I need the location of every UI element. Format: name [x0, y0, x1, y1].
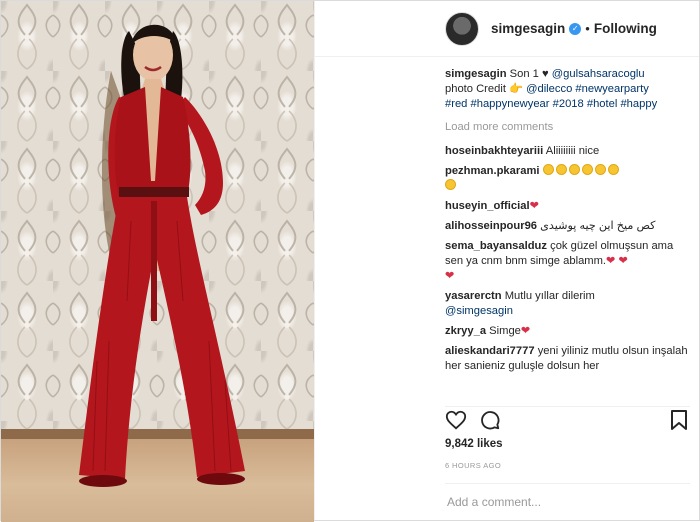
comment-username[interactable]: zkryy_a: [445, 325, 486, 337]
mention-link[interactable]: @simgesagin: [445, 305, 513, 317]
verified-icon: ✓: [569, 22, 582, 35]
comment-username[interactable]: pezhman.pkarami: [445, 165, 540, 177]
comments-list: simgesagin Son 1 ♥ @gulsahsaracoglu phot…: [445, 67, 690, 379]
caption-username[interactable]: simgesagin: [445, 68, 507, 80]
laughing-face-icon: [568, 164, 580, 175]
load-more-comments-button[interactable]: Load more comments: [445, 120, 690, 135]
caption-text: Son 1: [509, 68, 539, 80]
hashtag-link[interactable]: #happynewyear: [471, 98, 550, 110]
post-timestamp: 6 HOURS AGO: [445, 461, 502, 470]
post-details-panel: simgesagin ✓ • Following simgesagin Son …: [314, 1, 699, 520]
hashtag-link[interactable]: #happy: [620, 98, 657, 110]
heart-icon: ♥: [542, 68, 549, 80]
comment-item: yasarerctn Mutlu yıllar dilerim @simgesa…: [445, 289, 690, 319]
comment-item: huseyin_official❤: [445, 199, 690, 214]
heart-icon[interactable]: [445, 409, 467, 436]
instagram-post-modal: simgesagin ✓ • Following simgesagin Son …: [0, 0, 700, 522]
mention-link[interactable]: @dilecco: [526, 83, 572, 95]
comment-item: pezhman.pkarami: [445, 164, 690, 194]
avatar[interactable]: [445, 11, 479, 46]
comment-item: hoseinbakhteyariii Aliiiiiiii nice: [445, 144, 690, 159]
hashtag-link[interactable]: #newyearparty: [575, 83, 648, 95]
caption-text-2: photo Credit: [445, 83, 506, 95]
laughing-face-icon: [607, 164, 619, 175]
hashtag-link[interactable]: #2018: [553, 98, 584, 110]
red-heart-icon: ❤: [615, 255, 628, 267]
comment-username[interactable]: huseyin_official: [445, 200, 530, 212]
add-comment-bar: [445, 483, 690, 520]
comment-username[interactable]: alihosseinpour96: [445, 220, 537, 232]
hashtag-link[interactable]: #hotel: [587, 98, 617, 110]
red-heart-icon: ❤: [520, 325, 531, 337]
comment-username[interactable]: alieskandari7777: [445, 345, 535, 357]
laughing-face-icon: [581, 164, 593, 175]
comment-username[interactable]: yasarerctn: [445, 290, 502, 302]
following-button[interactable]: Following: [594, 21, 657, 36]
laughing-face-icon: [542, 164, 554, 175]
caption: simgesagin Son 1 ♥ @gulsahsaracoglu phot…: [445, 67, 690, 112]
laughing-face-icon: [555, 164, 567, 175]
comment-item: alihosseinpour96 کص میخ این چیه پوشیدی: [445, 219, 690, 234]
action-bar: [445, 406, 690, 432]
bookmark-icon[interactable]: [670, 409, 688, 436]
comment-text: Aliiiiiiii nice: [545, 145, 600, 157]
pointing-hand-icon: 👉: [509, 83, 523, 95]
comment-text: Mutlu yıllar dilerim: [504, 290, 595, 302]
separator-dot: •: [585, 21, 590, 36]
comment-icon[interactable]: [479, 409, 501, 436]
post-photo[interactable]: [1, 1, 314, 522]
hashtag-link[interactable]: #red: [445, 98, 467, 110]
post-header: simgesagin ✓ • Following: [315, 1, 699, 57]
red-heart-icon: ❤: [529, 200, 539, 212]
mention-link[interactable]: @gulsahsaracoglu: [552, 68, 645, 80]
comment-username[interactable]: hoseinbakhteyariii: [445, 145, 543, 157]
comment-text: کص میخ این چیه پوشیدی: [540, 220, 656, 232]
red-heart-icon: ❤: [445, 270, 455, 282]
comment-item: zkryy_a Simge❤: [445, 324, 690, 339]
comment-item: sema_bayansalduz çok güzel olmuşsun ama …: [445, 239, 690, 284]
add-comment-input[interactable]: [445, 494, 679, 510]
likes-count[interactable]: 9,842 likes: [445, 438, 503, 450]
comment-username[interactable]: sema_bayansalduz: [445, 240, 547, 252]
laughing-face-icon: [594, 164, 606, 175]
comment-item: alieskandari7777 yeni yiliniz mutlu olsu…: [445, 344, 690, 374]
laughing-face-icon: [445, 179, 456, 190]
post-author-username[interactable]: simgesagin: [491, 21, 565, 36]
comment-text: Simge: [489, 325, 521, 337]
woman-in-red-jumpsuit: [79, 24, 245, 487]
